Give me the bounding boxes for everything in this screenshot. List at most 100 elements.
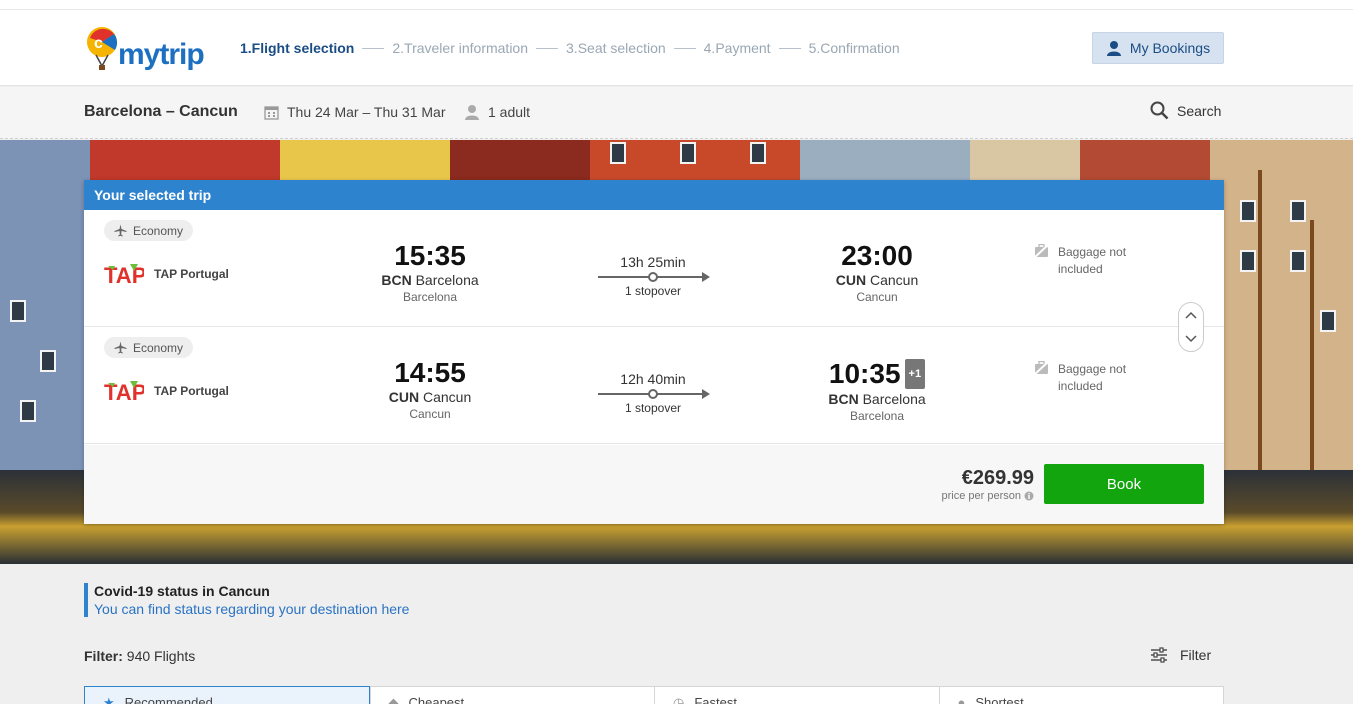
cabin-class-badge: Economy bbox=[104, 337, 194, 358]
hero-window bbox=[1290, 250, 1306, 272]
hero-window bbox=[1240, 250, 1256, 272]
tag-icon: ◆ bbox=[388, 695, 399, 704]
departure-airport-name: Cancun bbox=[422, 389, 472, 405]
step-separator bbox=[536, 47, 559, 49]
price-block: €269.99 price per person bbox=[942, 467, 1035, 502]
airline-info: TAP TAP Portugal bbox=[104, 262, 229, 286]
tab-fastest-label: Fastest bbox=[694, 695, 737, 704]
cabin-class-label: Economy bbox=[133, 223, 184, 238]
departure-airport-code: BCN bbox=[381, 272, 412, 288]
clock-icon: ◷ bbox=[673, 695, 685, 704]
hero-window bbox=[750, 142, 766, 164]
travel-dates-text: Thu 24 Mar – Thu 31 Mar bbox=[287, 104, 446, 120]
info-icon[interactable] bbox=[1024, 491, 1034, 501]
arrival-info: 23:00 CUN Cancun Cancun bbox=[797, 242, 957, 305]
arrival-city: Cancun bbox=[856, 290, 898, 304]
chevron-down-icon bbox=[1185, 335, 1197, 343]
tap-airline-logo: TAP bbox=[104, 263, 144, 286]
scroll-down-button[interactable] bbox=[1179, 327, 1203, 351]
airline-name: TAP Portugal bbox=[154, 267, 229, 281]
step-flight-selection[interactable]: 1.Flight selection bbox=[240, 40, 354, 56]
flight-count: 940 Flights bbox=[126, 648, 196, 664]
covid-status-title: Covid-19 status in Cancun bbox=[94, 583, 270, 599]
hero-window bbox=[1320, 310, 1336, 332]
hero-window bbox=[610, 142, 626, 164]
duration-text: 12h 40min bbox=[620, 371, 686, 387]
departure-info: 14:55 CUN Cancun Cancun bbox=[350, 359, 510, 422]
airplane-icon bbox=[114, 341, 127, 354]
step-confirmation[interactable]: 5.Confirmation bbox=[809, 40, 900, 56]
tab-fastest[interactable]: ◷ Fastest bbox=[654, 686, 939, 704]
scroll-up-button[interactable] bbox=[1179, 303, 1203, 327]
price-note-text: price per person bbox=[941, 490, 1022, 502]
travel-dates[interactable]: Thu 24 Mar – Thu 31 Mar bbox=[264, 104, 445, 120]
hero-window bbox=[680, 142, 696, 164]
departure-time: 15:35 bbox=[394, 240, 466, 271]
tab-recommended[interactable]: ★ Recommended bbox=[84, 686, 370, 704]
departure-airport-code: CUN bbox=[388, 389, 420, 405]
person-icon bbox=[465, 105, 479, 120]
book-button[interactable]: Book bbox=[1044, 464, 1204, 504]
booking-steps: 1.Flight selection 2.Traveler informatio… bbox=[240, 40, 900, 56]
my-bookings-label: My Bookings bbox=[1129, 40, 1211, 56]
no-baggage-icon bbox=[1034, 361, 1050, 375]
hero-building bbox=[1210, 140, 1353, 470]
return-leg[interactable]: Economy TAP TAP Portugal 14:55 CUN Cancu… bbox=[84, 327, 1224, 444]
route-title[interactable]: Barcelona – Cancun bbox=[84, 103, 238, 121]
mytrip-logo[interactable]: c mytrip bbox=[84, 24, 214, 76]
sliders-icon bbox=[1151, 647, 1167, 663]
search-label: Search bbox=[1177, 102, 1222, 119]
step-payment[interactable]: 4.Payment bbox=[704, 40, 771, 56]
filter-button-label: Filter bbox=[1180, 647, 1212, 663]
leg-scroll-control bbox=[1178, 302, 1204, 352]
arrival-airport-name: Barcelona bbox=[862, 391, 926, 407]
tab-shortest[interactable]: ● Shortest bbox=[938, 686, 1224, 704]
user-icon bbox=[1106, 41, 1121, 56]
tap-airline-logo: TAP bbox=[104, 380, 144, 403]
step-traveler-information[interactable]: 2.Traveler information bbox=[392, 40, 528, 56]
step-separator bbox=[362, 47, 385, 49]
filter-button[interactable]: Filter bbox=[1150, 647, 1211, 663]
stopover-count: 1 stopover bbox=[624, 401, 682, 415]
tab-cheapest-label: Cheapest bbox=[408, 695, 465, 704]
next-day-badge: +1 bbox=[904, 359, 926, 389]
trip-price-footer: €269.99 price per person Book bbox=[84, 445, 1224, 524]
duration-text: 13h 25min bbox=[620, 254, 686, 270]
arrival-airport-code: BCN bbox=[828, 391, 859, 407]
route-arrow-icon bbox=[598, 272, 710, 282]
cabin-class-badge: Economy bbox=[104, 220, 194, 241]
step-seat-selection[interactable]: 3.Seat selection bbox=[566, 40, 666, 56]
hero-window bbox=[1290, 200, 1306, 222]
route-arrow-icon bbox=[598, 389, 710, 399]
step-separator bbox=[778, 47, 801, 49]
calendar-icon bbox=[264, 105, 279, 120]
airplane-icon bbox=[114, 224, 127, 237]
cabin-class-label: Economy bbox=[133, 340, 184, 355]
route-icon: ● bbox=[957, 695, 966, 704]
search-button[interactable]: Search bbox=[1150, 101, 1221, 120]
logo-text: mytrip bbox=[118, 38, 205, 71]
star-icon: ★ bbox=[103, 695, 115, 704]
search-summary-bar: Barcelona – Cancun Thu 24 Mar – Thu 31 M… bbox=[0, 87, 1353, 139]
search-icon bbox=[1150, 101, 1169, 120]
arrival-city: Barcelona bbox=[849, 409, 905, 423]
my-bookings-button[interactable]: My Bookings bbox=[1092, 32, 1224, 64]
flight-duration: 12h 40min 1 stopover bbox=[596, 371, 710, 415]
airline-info: TAP TAP Portugal bbox=[104, 379, 229, 403]
departure-city: Barcelona bbox=[402, 290, 458, 304]
covid-status-link[interactable]: You can find status regarding your desti… bbox=[94, 601, 409, 617]
filter-label: Filter: bbox=[84, 648, 123, 664]
tab-cheapest[interactable]: ◆ Cheapest bbox=[369, 686, 654, 704]
site-header: c mytrip 1.Flight selection 2.Traveler i… bbox=[0, 10, 1353, 86]
baggage-text: Baggage not included bbox=[1058, 245, 1127, 276]
baggage-info: Baggage not included bbox=[1034, 361, 1148, 395]
hero-window bbox=[20, 400, 36, 422]
baggage-text: Baggage not included bbox=[1058, 362, 1127, 393]
filter-result-count: Filter: 940 Flights bbox=[84, 648, 195, 664]
flight-duration: 13h 25min 1 stopover bbox=[596, 254, 710, 298]
step-separator bbox=[673, 47, 696, 49]
passenger-count[interactable]: 1 adult bbox=[464, 104, 530, 120]
outbound-leg[interactable]: Economy TAP TAP Portugal 15:35 BCN Barce… bbox=[84, 210, 1224, 327]
baggage-info: Baggage not included bbox=[1034, 244, 1148, 278]
hero-boat-mast bbox=[1258, 170, 1262, 470]
